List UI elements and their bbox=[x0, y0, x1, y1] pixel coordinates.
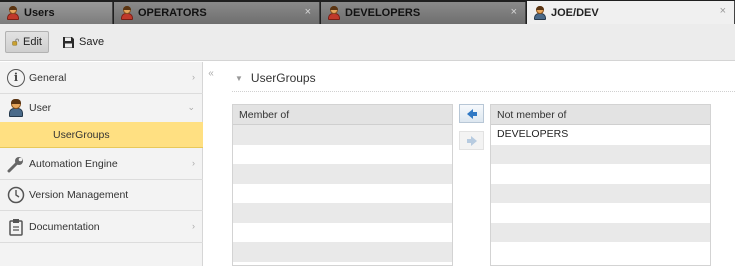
list-item[interactable] bbox=[233, 242, 452, 262]
tab-developers[interactable]: DEVELOPERS × bbox=[321, 2, 526, 24]
column-header: Member of bbox=[233, 105, 452, 125]
close-icon[interactable]: × bbox=[305, 6, 311, 18]
tab-bar: Users OPERATORS × DEVELOPERS × JOE/DEV × bbox=[0, 0, 735, 25]
list-item[interactable] bbox=[491, 164, 710, 184]
list-item[interactable] bbox=[491, 203, 710, 223]
save-button[interactable]: Save bbox=[56, 31, 110, 53]
info-icon: i bbox=[7, 69, 25, 87]
group-icon bbox=[327, 6, 341, 20]
list-item[interactable] bbox=[233, 203, 452, 223]
tab-joe-dev[interactable]: JOE/DEV × bbox=[527, 1, 735, 25]
group-icon bbox=[120, 6, 134, 20]
arrow-left-icon bbox=[467, 109, 477, 119]
list-item[interactable] bbox=[491, 222, 710, 242]
sidebar: i General › User ⌄ UserGroups Automation… bbox=[0, 62, 203, 266]
save-label: Save bbox=[79, 36, 105, 48]
toolbar: Edit Save bbox=[0, 24, 735, 61]
sidebar-item-documentation[interactable]: Documentation › bbox=[0, 211, 203, 243]
remove-from-member-button[interactable] bbox=[459, 131, 484, 150]
tab-operators[interactable]: OPERATORS × bbox=[114, 2, 320, 24]
sidebar-item-automation-engine[interactable]: Automation Engine › bbox=[0, 148, 203, 180]
main-panel: ▼ UserGroups Member of Not member of DEV… bbox=[218, 62, 735, 266]
list-item[interactable] bbox=[233, 183, 452, 203]
edit-button[interactable]: Edit bbox=[5, 31, 49, 53]
clock-icon bbox=[7, 186, 25, 204]
list-item[interactable] bbox=[233, 164, 452, 184]
sidebar-item-label: Automation Engine bbox=[29, 158, 118, 170]
chevron-right-icon: › bbox=[192, 221, 195, 231]
sidebar-item-label: Documentation bbox=[29, 221, 100, 233]
wrench-icon bbox=[7, 155, 25, 173]
collapse-sidebar-icon[interactable]: « bbox=[204, 68, 218, 82]
tab-users[interactable]: Users bbox=[0, 2, 113, 24]
tab-label: OPERATORS bbox=[138, 7, 207, 19]
list-item[interactable] bbox=[233, 125, 452, 145]
list-item[interactable] bbox=[491, 183, 710, 203]
add-to-member-button[interactable] bbox=[459, 104, 484, 123]
users-icon bbox=[6, 6, 20, 20]
sidebar-item-label: General bbox=[29, 72, 67, 84]
edit-label: Edit bbox=[23, 36, 42, 48]
sidebar-item-user[interactable]: User ⌄ bbox=[0, 92, 203, 124]
chevron-down-icon: ⌄ bbox=[187, 102, 195, 112]
close-icon[interactable]: × bbox=[511, 6, 517, 18]
arrow-right-icon bbox=[467, 136, 477, 146]
tab-label: JOE/DEV bbox=[551, 7, 599, 19]
unlock-icon bbox=[12, 38, 19, 46]
rows bbox=[233, 125, 452, 262]
chevron-right-icon: › bbox=[192, 158, 195, 168]
sidebar-item-general[interactable]: i General › bbox=[0, 62, 203, 94]
list-item[interactable] bbox=[233, 222, 452, 242]
member-of-list[interactable]: Member of bbox=[232, 104, 453, 266]
list-item[interactable] bbox=[491, 242, 710, 262]
sidebar-item-version-management[interactable]: Version Management bbox=[0, 179, 203, 211]
user-icon bbox=[533, 6, 547, 20]
user-icon bbox=[7, 99, 25, 117]
chevron-right-icon: › bbox=[192, 72, 195, 82]
list-item[interactable]: DEVELOPERS bbox=[491, 125, 710, 145]
clipboard-icon bbox=[7, 218, 25, 236]
not-member-of-list[interactable]: Not member of DEVELOPERS bbox=[490, 104, 711, 266]
caret-down-icon: ▼ bbox=[235, 73, 243, 83]
tab-label: DEVELOPERS bbox=[345, 7, 421, 19]
list-item[interactable] bbox=[491, 144, 710, 164]
sidebar-item-label: Version Management bbox=[29, 189, 129, 201]
save-icon bbox=[63, 36, 74, 48]
column-header: Not member of bbox=[491, 105, 710, 125]
close-icon[interactable]: × bbox=[720, 5, 726, 17]
sidebar-item-label: UserGroups bbox=[53, 129, 110, 141]
section-title: UserGroups bbox=[250, 71, 316, 85]
list-item[interactable] bbox=[233, 144, 452, 164]
tab-label: Users bbox=[24, 7, 55, 19]
section-header[interactable]: ▼ UserGroups bbox=[235, 71, 316, 85]
rows: DEVELOPERS bbox=[491, 125, 710, 262]
sidebar-item-label: User bbox=[29, 102, 52, 114]
sidebar-item-usergroups[interactable]: UserGroups bbox=[0, 122, 203, 148]
divider bbox=[232, 91, 735, 92]
